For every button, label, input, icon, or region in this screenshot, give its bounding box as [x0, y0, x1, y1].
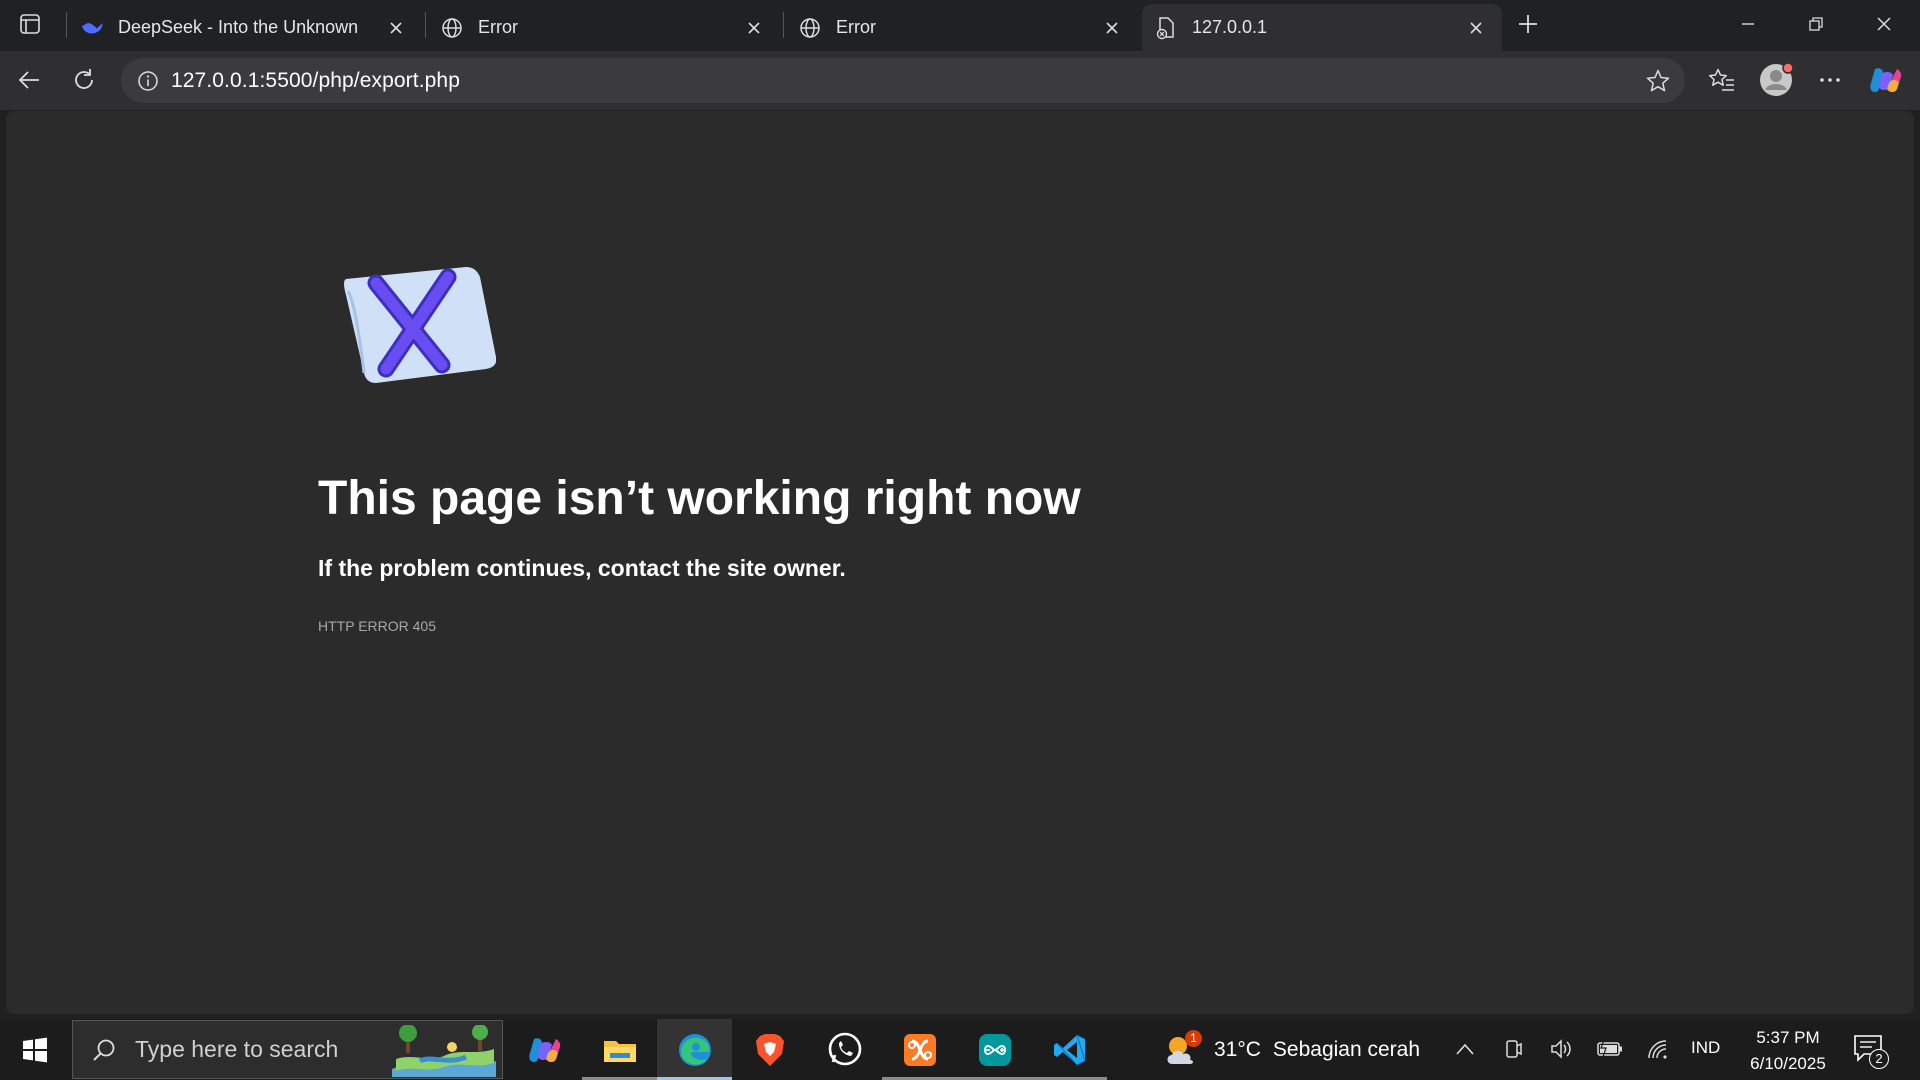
notification-center-button[interactable]: 2 [1852, 1033, 1889, 1069]
tab-separator [66, 12, 67, 38]
battery-icon[interactable] [1595, 1034, 1625, 1064]
new-tab-button[interactable] [1512, 8, 1544, 40]
error-title: This page isn’t working right now [318, 472, 1081, 525]
chevron-up-icon [1456, 1043, 1474, 1055]
close-tab-icon[interactable] [740, 14, 768, 42]
favorites-list-icon [1708, 68, 1734, 91]
taskbar-xampp[interactable] [882, 1019, 957, 1080]
address-bar[interactable]: 127.0.0.1:5500/php/export.php [121, 58, 1685, 103]
tab-title: Error [478, 17, 518, 37]
start-button[interactable] [0, 1019, 70, 1080]
taskbar-edge[interactable] [657, 1019, 732, 1080]
arduino-icon [978, 1033, 1011, 1066]
notification-count-badge: 2 [1869, 1049, 1889, 1069]
close-tab-icon[interactable] [382, 14, 410, 42]
xampp-icon [903, 1033, 936, 1066]
taskbar-copilot[interactable] [507, 1019, 582, 1080]
globe-icon [798, 16, 822, 40]
restore-button[interactable] [1782, 0, 1850, 48]
tab-title: DeepSeek - Into the Unknown [118, 17, 359, 37]
address-bar-url[interactable]: 127.0.0.1:5500/php/export.php [171, 69, 460, 93]
close-tab-icon[interactable] [1462, 14, 1490, 42]
deepseek-whale-icon [80, 16, 104, 40]
back-arrow-icon [18, 71, 39, 89]
browser-toolbar: 127.0.0.1:5500/php/export.php [0, 51, 1920, 110]
taskbar-clock[interactable]: 5:37 PM 6/10/2025 [1738, 1025, 1838, 1077]
taskbar-whatsapp[interactable] [807, 1019, 882, 1080]
volume-icon[interactable] [1546, 1034, 1576, 1064]
windows-logo-icon [23, 1037, 47, 1062]
settings-more-button[interactable] [1810, 60, 1850, 100]
tab-error-2[interactable]: Error [786, 4, 1138, 51]
copilot-icon [1870, 68, 1902, 93]
clock-time: 5:37 PM [1756, 1028, 1820, 1047]
back-button[interactable] [10, 60, 50, 100]
windows-taskbar: Type here to search 1 31°C Sebagian cera… [0, 1019, 1920, 1080]
brave-icon [755, 1033, 784, 1066]
taskbar-arduino[interactable] [957, 1019, 1032, 1080]
tab-title: 127.0.0.1 [1192, 17, 1268, 37]
tab-separator [783, 12, 784, 38]
weather-temperature: 31°C [1214, 1037, 1261, 1061]
file-explorer-icon [603, 1040, 636, 1062]
taskbar-brave[interactable] [732, 1019, 807, 1080]
whatsapp-icon [828, 1032, 861, 1065]
globe-icon [440, 16, 464, 40]
close-tab-icon[interactable] [1098, 14, 1126, 42]
tab-actions-icon [20, 14, 40, 34]
error-subtitle: If the problem continues, contact the si… [318, 555, 846, 581]
taskbar-search-box[interactable]: Type here to search [72, 1020, 503, 1079]
minimize-button[interactable] [1714, 0, 1782, 48]
tab-title: Error [836, 17, 876, 37]
tab-separator [425, 12, 426, 38]
weather-partly-sunny-icon: 1 [1162, 1029, 1202, 1070]
edge-icon [678, 1033, 711, 1066]
weather-condition: Sebagian cerah [1272, 1037, 1421, 1061]
restore-icon [1809, 17, 1823, 31]
search-icon [89, 1035, 119, 1065]
tab-localhost-active[interactable]: 127.0.0.1 [1142, 4, 1502, 51]
close-window-button[interactable] [1850, 0, 1918, 48]
taskbar-vscode[interactable] [1032, 1019, 1107, 1080]
favorite-star-icon[interactable] [1643, 66, 1673, 96]
search-highlight-banner[interactable] [390, 1025, 498, 1077]
tab-strip: DeepSeek - Into the Unknown Error Error … [0, 0, 1920, 51]
input-language-indicator[interactable]: IND [1691, 1038, 1720, 1058]
avatar [1760, 62, 1794, 96]
weather-widget[interactable]: 1 31°C Sebagian cerah [1162, 1019, 1420, 1080]
broken-page-icon [1154, 16, 1178, 40]
tab-deepseek[interactable]: DeepSeek - Into the Unknown [68, 4, 422, 51]
copilot-button[interactable] [1866, 60, 1906, 100]
clock-date: 6/10/2025 [1750, 1054, 1826, 1073]
more-horizontal-icon [1820, 78, 1840, 82]
site-info-icon[interactable] [125, 58, 171, 103]
vscode-icon [1053, 1033, 1085, 1065]
taskbar-file-explorer[interactable] [582, 1019, 657, 1080]
minimize-icon [1742, 23, 1754, 25]
profile-button[interactable] [1756, 60, 1796, 100]
error-code: HTTP ERROR 405 [318, 618, 436, 634]
wifi-icon[interactable] [1643, 1034, 1673, 1064]
tab-actions-button[interactable] [12, 8, 48, 40]
close-icon [1877, 17, 1891, 31]
show-hidden-icons-button[interactable] [1450, 1034, 1480, 1064]
weather-badge: 1 [1185, 1029, 1202, 1047]
page-content: This page isn’t working right now If the… [6, 111, 1914, 1014]
favorites-button[interactable] [1702, 60, 1742, 100]
tab-error-1[interactable]: Error [428, 4, 780, 51]
meet-now-icon[interactable] [1498, 1034, 1528, 1064]
refresh-icon [75, 69, 93, 89]
copilot-icon [528, 1037, 560, 1062]
plus-icon [1519, 15, 1537, 33]
error-document-illustration [336, 261, 496, 391]
search-placeholder: Type here to search [135, 1036, 339, 1062]
refresh-button[interactable] [64, 60, 104, 100]
